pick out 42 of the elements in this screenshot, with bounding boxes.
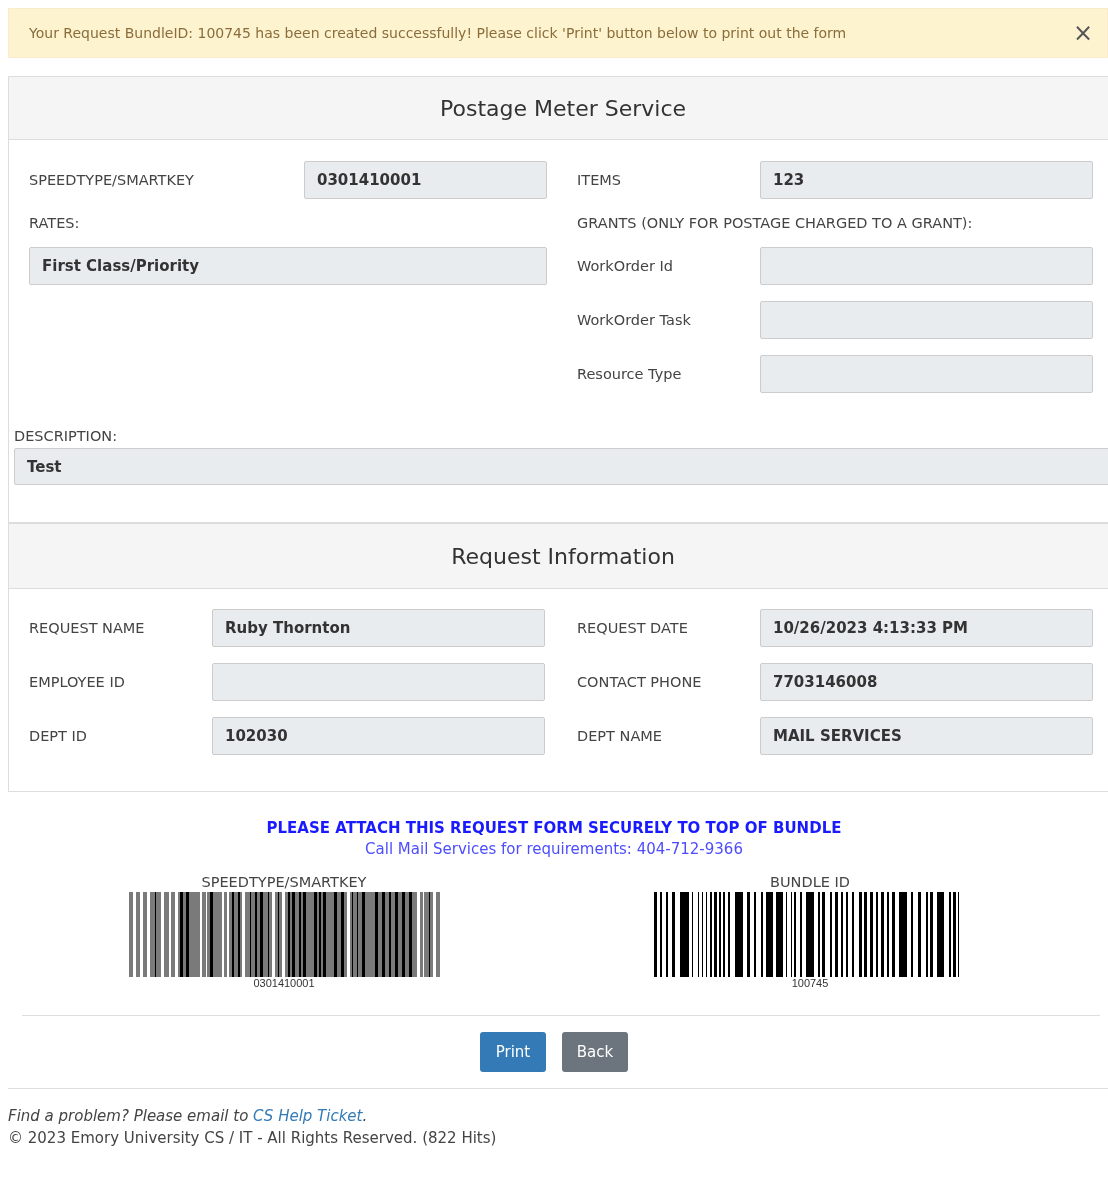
field-label: DESCRIPTION: [14, 428, 119, 444]
help-link[interactable]: CS Help Ticket [253, 1107, 363, 1125]
input-field[interactable]: First Class/Priority [29, 247, 547, 285]
field-label: CONTACT PHONE [577, 674, 703, 690]
input-field[interactable] [760, 355, 1093, 393]
field-label: REQUEST NAME [29, 620, 146, 636]
field-label: SPEEDTYPE/SMARTKEY [29, 172, 195, 188]
barcode-label: SPEEDTYPE/SMARTKEY [201, 874, 367, 890]
panel-title: Request Information [451, 543, 675, 569]
copyright-text: © 2023 Emory University CS / IT - All Rights Reserved. (822 Hits) [8, 1129, 498, 1147]
section-label: GRANTS (ONLY FOR POSTAGE CHARGED TO A GRANT): [577, 215, 974, 231]
help-text: Find a problem? Please email to CS Help Ticket. [8, 1107, 369, 1125]
back-button[interactable]: Back [562, 1032, 628, 1072]
field-label: Resource Type [577, 366, 683, 382]
input-field[interactable]: 10/26/2023 4:13:33 PM [760, 609, 1093, 647]
barcode-number: 100745 [791, 977, 829, 989]
field-label: DEPT NAME [577, 728, 663, 744]
alert-message: Your Request BundleID: 100745 has been created successfully! Please click 'Print' button below to print out the form [29, 25, 847, 41]
barcode-label: BUNDLE ID [770, 874, 850, 890]
input-field[interactable] [760, 301, 1093, 339]
field-label: RATES: [29, 215, 81, 231]
barcode-number: 0301410001 [253, 977, 315, 989]
input-field[interactable]: Test [14, 448, 1108, 485]
input-field[interactable]: 0301410001 [304, 161, 547, 199]
input-field[interactable] [212, 663, 545, 701]
input-field[interactable] [760, 247, 1093, 285]
input-field[interactable]: MAIL SERVICES [760, 717, 1093, 755]
close-button[interactable]: × [1072, 21, 1093, 45]
field-label: EMPLOYEE ID [29, 674, 126, 690]
field-label: REQUEST DATE [577, 620, 689, 636]
field-label: WorkOrder Task [577, 312, 692, 328]
panel-title: Postage Meter Service [440, 95, 686, 121]
print-button[interactable]: Print [480, 1032, 546, 1072]
contact-note: Call Mail Services for requirements: 404-712-9366 [364, 840, 744, 858]
field-label: ITEMS [577, 172, 622, 188]
attach-notice: PLEASE ATTACH THIS REQUEST FORM SECURELY TO TOP OF BUNDLE [265, 819, 843, 837]
input-field[interactable]: Ruby Thornton [212, 609, 545, 647]
input-field[interactable]: 7703146008 [760, 663, 1093, 701]
field-label: WorkOrder Id [577, 258, 674, 274]
input-field[interactable]: 102030 [212, 717, 545, 755]
input-field[interactable]: 123 [760, 161, 1093, 199]
field-label: DEPT ID [29, 728, 88, 744]
